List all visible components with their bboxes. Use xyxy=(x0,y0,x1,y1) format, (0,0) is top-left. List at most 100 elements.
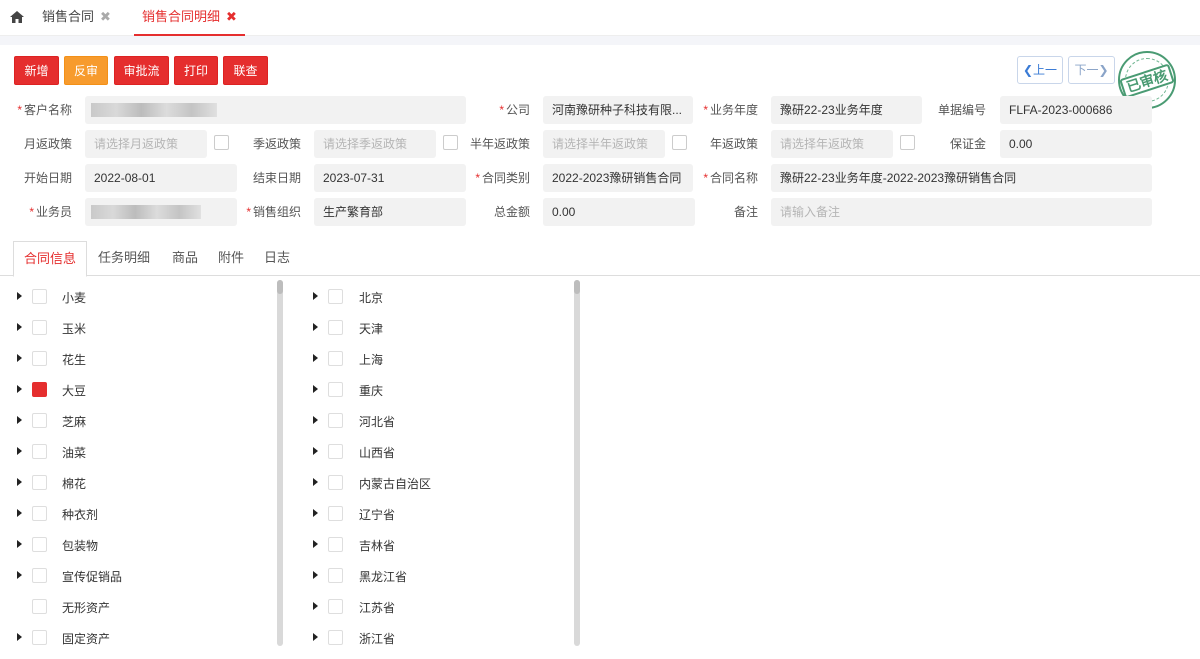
tree-node-checkbox[interactable] xyxy=(32,351,47,366)
tree-node-checkbox[interactable] xyxy=(328,568,343,583)
tree-node[interactable]: 北京 xyxy=(0,287,383,318)
tree-node-checkbox[interactable] xyxy=(32,320,47,335)
tree-node-checkbox[interactable] xyxy=(328,351,343,366)
caret-right-icon[interactable] xyxy=(313,478,318,486)
caret-right-icon[interactable] xyxy=(17,509,22,517)
customer-name-field[interactable] xyxy=(85,96,466,124)
tree-node[interactable]: 内蒙古自治区 xyxy=(0,473,431,504)
caret-right-icon[interactable] xyxy=(17,416,22,424)
tree-node[interactable]: 重庆 xyxy=(0,380,383,411)
contract-name-field[interactable]: 豫研22-23业务年度-2022-2023豫研销售合同 xyxy=(771,164,1152,192)
print-button[interactable]: 打印 xyxy=(174,56,218,85)
caret-right-icon[interactable] xyxy=(313,416,318,424)
caret-right-icon[interactable] xyxy=(17,292,22,300)
contract-type-field[interactable]: 2022-2023豫研销售合同 xyxy=(543,164,693,192)
monthly-rebate-checkbox[interactable] xyxy=(214,135,229,150)
tree-node-checkbox[interactable] xyxy=(32,630,47,645)
caret-right-icon[interactable] xyxy=(313,571,318,579)
scroll-thumb[interactable] xyxy=(277,280,283,294)
tree-node[interactable]: 江苏省 xyxy=(0,597,395,628)
tree-node[interactable]: 山西省 xyxy=(0,442,395,473)
quarterly-rebate-select[interactable]: 请选择季返政策 xyxy=(314,130,436,158)
tree-node-checkbox[interactable] xyxy=(328,320,343,335)
linked-query-button[interactable]: 联查 xyxy=(223,56,268,85)
home-icon[interactable] xyxy=(9,9,25,25)
caret-right-icon[interactable] xyxy=(17,354,22,362)
scroll-thumb[interactable] xyxy=(574,280,580,294)
tree-node-checkbox[interactable] xyxy=(328,599,343,614)
caret-right-icon[interactable] xyxy=(313,602,318,610)
caret-right-icon[interactable] xyxy=(17,478,22,486)
close-icon[interactable]: ✖ xyxy=(226,0,237,34)
deposit-field[interactable]: 0.00 xyxy=(1000,130,1152,158)
caret-right-icon[interactable] xyxy=(17,571,22,579)
tree-node[interactable]: 吉林省 xyxy=(0,535,395,566)
unaudit-button[interactable]: 反审 xyxy=(64,56,108,85)
tree-node[interactable]: 黑龙江省 xyxy=(0,566,407,597)
close-icon[interactable]: ✖ xyxy=(100,0,111,34)
approval-flow-button[interactable]: 审批流 xyxy=(114,56,169,85)
caret-right-icon[interactable] xyxy=(17,540,22,548)
tree-node-checkbox[interactable] xyxy=(32,444,47,459)
quarterly-rebate-checkbox[interactable] xyxy=(443,135,458,150)
tree-node-checkbox[interactable] xyxy=(328,537,343,552)
yearly-rebate-select[interactable]: 请选择年返政策 xyxy=(771,130,893,158)
end-date-field[interactable]: 2023-07-31 xyxy=(314,164,466,192)
tree-node[interactable]: 天津 xyxy=(0,318,383,349)
sales-org-field[interactable]: 生产繁育部 xyxy=(314,198,466,226)
tree-node[interactable]: 上海 xyxy=(0,349,383,380)
tree-node-checkbox[interactable] xyxy=(32,413,47,428)
tree-node-checkbox[interactable] xyxy=(32,599,47,614)
monthly-rebate-select[interactable]: 请选择月返政策 xyxy=(85,130,207,158)
product-tree-scrollbar[interactable] xyxy=(277,280,283,646)
halfyear-rebate-select[interactable]: 请选择半年返政策 xyxy=(543,130,665,158)
tree-node-checkbox[interactable] xyxy=(32,475,47,490)
caret-right-icon[interactable] xyxy=(313,385,318,393)
tree-node-checkbox[interactable] xyxy=(328,475,343,490)
tab-sales-contract[interactable]: 销售合同 ✖ xyxy=(42,0,111,36)
tab-attachments[interactable]: 附件 xyxy=(210,241,252,276)
halfyear-rebate-checkbox[interactable] xyxy=(672,135,687,150)
doc-no-field[interactable]: FLFA-2023-000686 xyxy=(1000,96,1152,124)
tree-node-checkbox[interactable] xyxy=(32,537,47,552)
caret-right-icon[interactable] xyxy=(313,354,318,362)
tab-task-detail[interactable]: 任务明细 xyxy=(92,241,156,276)
tab-sales-contract-detail[interactable]: 销售合同明细 ✖ xyxy=(134,0,245,36)
tree-node[interactable]: 河北省 xyxy=(0,411,395,442)
tree-node-checkbox[interactable] xyxy=(328,382,343,397)
prev-record-button[interactable]: ❮上一 xyxy=(1017,56,1063,84)
company-field[interactable]: 河南豫研种子科技有限... xyxy=(543,96,693,124)
caret-right-icon[interactable] xyxy=(313,323,318,331)
add-button[interactable]: 新增 xyxy=(14,56,59,85)
caret-right-icon[interactable] xyxy=(17,323,22,331)
tree-node-checkbox[interactable] xyxy=(328,444,343,459)
caret-right-icon[interactable] xyxy=(17,633,22,641)
tree-node-checkbox[interactable] xyxy=(32,568,47,583)
next-record-button[interactable]: 下一❯ xyxy=(1068,56,1115,84)
caret-right-icon[interactable] xyxy=(313,447,318,455)
caret-right-icon[interactable] xyxy=(313,540,318,548)
tree-node[interactable]: 辽宁省 xyxy=(0,504,395,535)
tree-node-checkbox[interactable] xyxy=(328,413,343,428)
business-year-field[interactable]: 豫研22-23业务年度 xyxy=(771,96,922,124)
tree-node-checkbox[interactable] xyxy=(328,630,343,645)
tree-node-checkbox[interactable] xyxy=(32,506,47,521)
tree-node-checkbox[interactable] xyxy=(328,289,343,304)
tree-node[interactable]: 浙江省 xyxy=(0,628,395,659)
tab-log[interactable]: 日志 xyxy=(256,241,298,276)
caret-right-icon[interactable] xyxy=(313,509,318,517)
tab-products[interactable]: 商品 xyxy=(164,241,206,276)
tree-node-checkbox[interactable] xyxy=(32,382,47,397)
caret-right-icon[interactable] xyxy=(17,385,22,393)
caret-right-icon[interactable] xyxy=(313,292,318,300)
remark-input[interactable]: 请输入备注 xyxy=(771,198,1152,226)
total-amount-field[interactable]: 0.00 xyxy=(543,198,695,226)
tree-node-checkbox[interactable] xyxy=(328,506,343,521)
caret-right-icon[interactable] xyxy=(313,633,318,641)
caret-right-icon[interactable] xyxy=(17,447,22,455)
tab-contract-info[interactable]: 合同信息 xyxy=(13,241,87,277)
start-date-field[interactable]: 2022-08-01 xyxy=(85,164,237,192)
region-tree-scrollbar[interactable] xyxy=(574,280,580,646)
yearly-rebate-checkbox[interactable] xyxy=(900,135,915,150)
tree-node-checkbox[interactable] xyxy=(32,289,47,304)
